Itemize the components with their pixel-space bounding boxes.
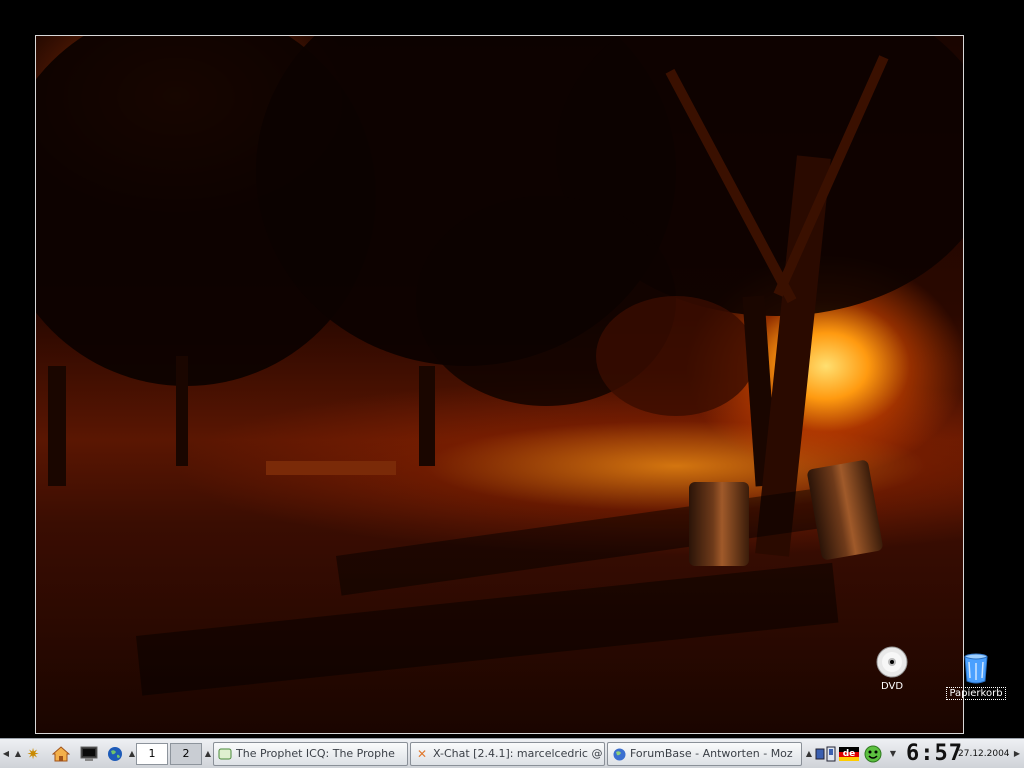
taskbar-left-handle[interactable]: ◀ (2, 741, 10, 767)
pager-scroll-up[interactable]: ▲ (128, 741, 136, 767)
pager-desktop-1[interactable]: 1 (136, 743, 168, 765)
keyboard-layout-label: de (842, 749, 856, 759)
tray-scroll-down[interactable]: ▼ (889, 741, 897, 767)
terminal-icon (80, 746, 98, 761)
green-smiley-icon (864, 745, 882, 763)
tray-scroll-up[interactable]: ▲ (805, 741, 813, 767)
desktop-icon-dvd[interactable]: DVD (870, 646, 914, 692)
dvd-icon-label: DVD (880, 681, 904, 692)
dvd-disc-icon (876, 646, 908, 678)
launcher-scroll-up[interactable]: ▲ (14, 741, 22, 767)
home-folder-icon (52, 746, 70, 762)
task-title: The Prophet ICQ: The Prophe (236, 747, 395, 760)
xchat-icon: ✕ (416, 747, 428, 761)
trash-bin-icon (964, 653, 988, 684)
kde-menu-icon: ✷ (26, 745, 40, 763)
pager-desktop-2[interactable]: 2 (170, 743, 202, 765)
desktop-icon-trash[interactable]: Papierkorb (942, 652, 1010, 700)
icq-chat-window-icon (218, 747, 232, 761)
desktop-wallpaper (35, 35, 964, 734)
tasks-scroll-up[interactable]: ▲ (204, 741, 212, 767)
task-icq-window[interactable]: The Prophet ICQ: The Prophe (213, 742, 408, 766)
task-title: ForumBase - Antworten - Moz (630, 747, 793, 760)
task-xchat-window[interactable]: ✕ X-Chat [2.4.1]: marcelcedric @ (410, 742, 605, 766)
taskbar: ◀ ▲ ✷ ▲ 1 2 ▲ The Prophet ICQ: The Proph… (0, 738, 1024, 768)
tray-keyboard-layout[interactable]: de (839, 744, 859, 764)
taskbar-date[interactable]: 27.12.2004 (958, 742, 1012, 766)
network-monitor-icon (815, 746, 836, 762)
taskbar-right-handle[interactable]: ▶ (1013, 741, 1021, 767)
tray-network-monitor[interactable] (814, 744, 838, 764)
web-browser-globe-icon (108, 747, 122, 761)
kde-menu-button[interactable]: ✷ (22, 742, 44, 766)
tray-smiley[interactable] (863, 744, 883, 764)
taskbar-clock[interactable]: 6:57 (906, 742, 962, 766)
task-title: X-Chat [2.4.1]: marcelcedric @ (433, 747, 603, 760)
mozilla-globe-icon (612, 747, 626, 761)
terminal-button[interactable] (78, 742, 100, 766)
trash-icon-label: Papierkorb (946, 687, 1006, 700)
task-mozilla-window[interactable]: ForumBase - Antworten - Moz (607, 742, 802, 766)
home-folder-button[interactable] (50, 742, 72, 766)
keyboard-layout-flag-icon: de (839, 747, 859, 761)
web-browser-button[interactable] (104, 742, 126, 766)
